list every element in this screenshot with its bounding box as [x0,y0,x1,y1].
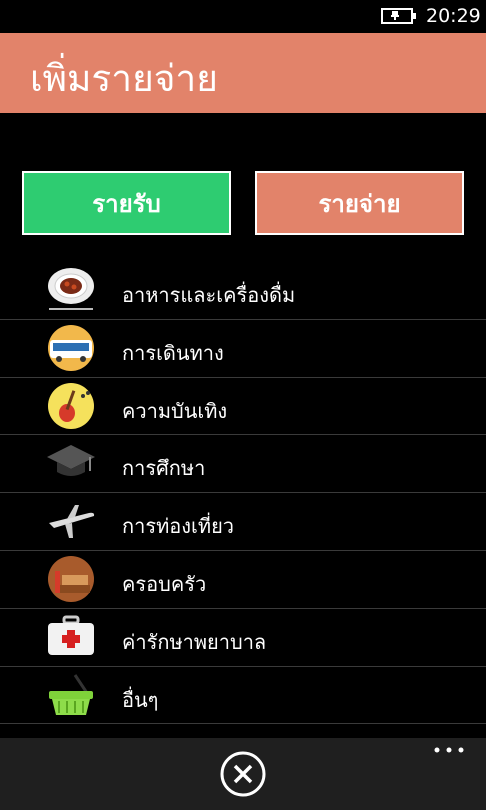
graduation-cap-icon [47,445,95,477]
bus-icon [48,324,94,371]
category-item-other[interactable]: อื่นๆ [0,667,486,725]
category-label: ความบันเทิง [122,398,228,423]
battery-charging-icon [381,8,416,24]
category-list: อาหารและเครื่องดื่ม การเดินทาง ความบันเท… [0,262,486,725]
guitar-icon [48,382,94,429]
category-item-family[interactable]: ครอบครัว [0,551,486,609]
category-label: อื่นๆ [122,687,159,712]
category-label: การศึกษา [122,456,206,481]
first-aid-kit-icon [48,615,94,655]
food-plate-icon [48,268,94,310]
category-item-tourism[interactable]: การท่องเที่ยว [0,493,486,551]
close-icon[interactable] [219,750,267,798]
category-label: การเดินทาง [122,340,224,365]
basket-icon [49,673,93,715]
category-item-travel[interactable]: การเดินทาง [0,320,486,378]
category-label: ครอบครัว [122,571,207,596]
category-label: อาหารและเครื่องดื่ม [122,283,296,307]
category-label: การท่องเที่ยว [122,514,235,539]
page-header: เพิ่มรายจ่าย [0,33,486,113]
app-bar [0,738,486,810]
category-item-food[interactable]: อาหารและเครื่องดื่ม [0,262,486,320]
category-label: ค่ารักษาพยาบาล [122,629,267,654]
page-title: เพิ่มรายจ่าย [30,57,218,100]
clock: 20:29 [426,5,481,27]
status-bar: 20:29 [0,0,486,33]
expense-button[interactable]: รายจ่าย [255,171,464,235]
more-options-icon[interactable] [432,740,466,760]
category-item-entertainment[interactable]: ความบันเทิง [0,378,486,436]
category-item-medical[interactable]: ค่ารักษาพยาบาล [0,609,486,667]
category-item-education[interactable]: การศึกษา [0,435,486,494]
family-icon [48,555,94,602]
airplane-icon [49,505,95,539]
income-button[interactable]: รายรับ [22,171,231,235]
